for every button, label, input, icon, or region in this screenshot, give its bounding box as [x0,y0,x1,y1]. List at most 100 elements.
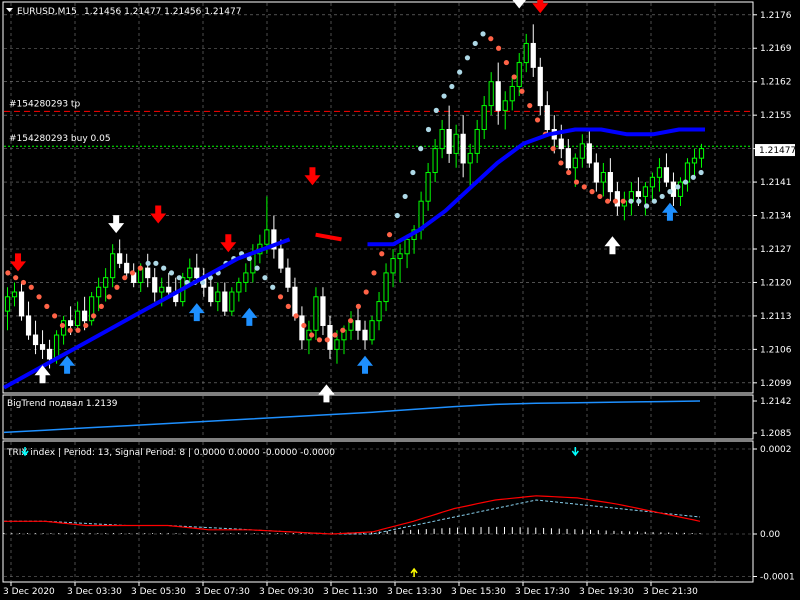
price-tick-label: 1.2127 [760,245,792,255]
trailing-dot [332,332,338,338]
trailing-dot [651,198,657,204]
trailing-dot [363,289,369,295]
bull-candle [369,320,375,341]
time-tick-label: 3 Dec 15:30 [451,587,506,597]
trailing-dot [277,294,284,300]
bull-candle [684,162,691,183]
trailing-dot [114,284,120,290]
bull-candle [481,105,487,130]
trailing-dot [605,198,611,204]
bear-candle [663,167,670,183]
bull-candle [432,148,438,174]
bull-candle [516,62,522,87]
time-tick-label: 3 Dec 11:30 [323,587,378,597]
trailing-dot [67,327,73,333]
bull-candle [488,81,494,107]
trailing-dot [122,275,128,281]
trailing-dot [643,203,650,209]
bull-candle [523,42,529,64]
time-tick-label: 3 Dec 19:30 [579,587,634,597]
bear-candle [355,320,361,331]
trailing-dot [355,303,361,309]
trailing-dot [449,83,455,90]
bear-candle [194,267,200,279]
trix-axis: 0.0002 0.00 -0.0001 [753,445,795,583]
trailing-dot [620,198,626,204]
trailing-dot [386,232,393,238]
price-tick-label: 1.2113 [760,312,792,322]
bull-candle [474,128,480,154]
trailing-dot [690,174,696,180]
time-tick-label: 3 Dec 13:30 [387,587,442,597]
trailing-dot [511,74,517,80]
tp-label: #154280293 tp [9,99,80,109]
trailing-dot [371,270,377,276]
trailing-dot [682,179,689,185]
bull-candle [110,253,116,279]
trailing-dot [675,184,681,190]
bear-candle [32,334,39,346]
trailing-dot [168,270,175,276]
bull-candle [96,286,102,298]
bull-candle [656,167,663,178]
bull-candle [691,157,698,164]
price-tick-label: 1.2099 [760,379,792,389]
bear-candle [67,320,74,326]
main-price-axis: 1.21761.21691.21621.21551.21481.21411.21… [753,11,792,389]
trailing-dot [161,265,167,271]
bear-candle [124,262,130,274]
bull-candle [383,272,389,303]
bear-candle [208,286,214,303]
time-tick-label: 3 Dec 03:30 [67,587,122,597]
bull-candle [677,181,684,197]
trailing-dot [293,313,299,319]
buy-label: #154280293 buy 0.05 [9,134,111,144]
trailing-dot [698,169,704,176]
trailing-dot [83,322,89,329]
bull-candle [103,277,109,288]
bull-candle [215,291,221,303]
bull-candle [579,143,585,159]
price-tick-label: 1.2169 [760,44,792,54]
trailing-dot [612,198,619,204]
trailing-dot [316,337,323,343]
bear-candle [25,315,32,336]
bear-candle [530,42,536,68]
trailing-dot [153,260,159,266]
trailing-dot [285,303,291,309]
trailing-dot [44,303,50,309]
price-tick-label: 1.2134 [760,212,792,222]
bear-candle [46,348,53,360]
trailing-dot [441,93,447,99]
bull-candle [502,100,508,111]
trailing-dot [52,313,58,319]
bear-candle [593,162,599,183]
bear-candle [362,329,368,341]
trailing-dot [550,146,556,152]
trailing-dot [379,251,385,257]
header-ohlc: 1.21456 1.21477 1.21456 1.21477 [84,7,241,17]
trailing-dot [254,265,260,271]
bear-candle [166,286,172,293]
trailing-dot [464,55,471,61]
trailing-dot [402,193,408,200]
bear-candle [39,344,46,350]
bear-candle [18,291,25,317]
price-tick-label: 1.2120 [760,278,792,288]
bear-candle [635,191,642,197]
trailing-dot [589,189,595,195]
bear-candle [670,181,677,197]
trix-panel-frame [2,440,754,583]
trailing-dot [488,36,494,42]
trailing-dot [472,40,478,47]
bull-candle [11,291,18,298]
bear-candle [544,105,550,130]
trailing-dot [340,327,346,333]
bull-candle [264,229,270,245]
trix-tick-label: 0.0002 [760,445,792,455]
bull-candle [600,172,606,183]
trailing-dot [176,275,182,281]
trailing-dot [5,270,11,276]
bear-candle [82,310,88,322]
time-tick-label: 3 Dec 2020 [3,587,55,597]
